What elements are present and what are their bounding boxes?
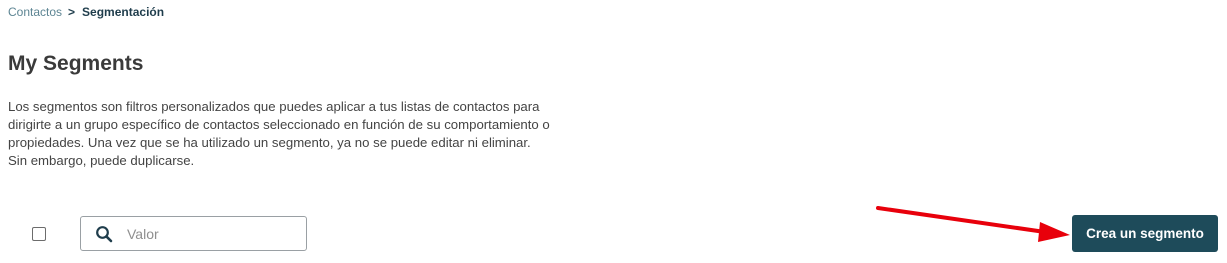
search-field[interactable] — [80, 216, 307, 251]
annotation-arrow — [876, 206, 1070, 242]
page-description: Los segmentos son filtros personalizados… — [8, 99, 550, 168]
create-segment-button[interactable]: Crea un segmento — [1072, 215, 1218, 252]
search-input[interactable] — [127, 225, 287, 242]
breadcrumb-separator: > — [68, 5, 76, 19]
select-all-checkbox[interactable] — [32, 227, 46, 241]
page-title: My Segments — [8, 52, 144, 75]
breadcrumb: Contactos > Segmentación — [8, 4, 164, 20]
breadcrumb-contactos-link[interactable]: Contactos — [8, 4, 62, 20]
search-icon — [95, 225, 113, 243]
breadcrumb-current: Segmentación — [82, 5, 165, 19]
